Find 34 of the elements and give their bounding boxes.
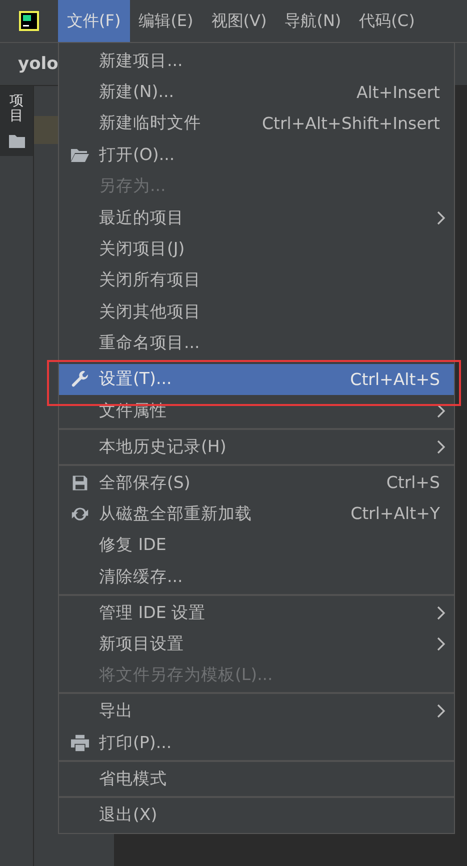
project-title: yolo	[18, 54, 58, 74]
menu-item[interactable]: 省电模式	[59, 763, 454, 795]
save-icon	[70, 474, 90, 492]
menu-item[interactable]: 关闭其他项目	[59, 296, 454, 328]
printer-icon	[70, 734, 90, 752]
menu-item[interactable]: 新建临时文件 Ctrl+Alt+Shift+Insert	[59, 108, 454, 140]
reload-icon	[70, 504, 90, 523]
menu-item[interactable]: 导出	[59, 696, 454, 728]
menu-item[interactable]: 修复 IDE	[59, 530, 454, 562]
menu-item[interactable]: 全部保存(S) Ctrl+S	[59, 466, 454, 498]
menu-item[interactable]: 退出(X)	[59, 799, 454, 831]
folder-icon	[8, 134, 24, 148]
menu-bar-item[interactable]: 代码(C)	[350, 0, 424, 42]
menu-item[interactable]: 重命名项目...	[59, 328, 454, 359]
menu-item[interactable]: 管理 IDE 设置	[59, 597, 454, 628]
menu-item[interactable]: 清除缓存...	[59, 561, 454, 592]
menu-bar-item[interactable]: 导航(N)	[276, 0, 350, 42]
app-logo[interactable]	[19, 11, 39, 31]
project-side-tab[interactable]: 项目	[0, 86, 33, 156]
menu-item[interactable]: 新建项目...	[59, 45, 454, 76]
menu-item[interactable]: 打印(P)...	[59, 727, 454, 759]
menu-bar-item[interactable]: 文件(F)	[58, 0, 130, 42]
menu-item[interactable]: 本地历史记录(H)	[59, 430, 454, 462]
menu-item[interactable]: 关闭项目(J)	[59, 233, 454, 265]
menu-item[interactable]: 最近的项目	[59, 202, 454, 234]
menu-item[interactable]: 打开(O)...	[59, 139, 454, 171]
menu-item[interactable]: 设置(T)... Ctrl+Alt+S	[59, 364, 454, 395]
menu-bar-item[interactable]: 编辑(E)	[130, 0, 202, 42]
menu-item[interactable]: 从磁盘全部重新加载 Ctrl+Alt+Y	[59, 498, 454, 530]
menu-item[interactable]: 新项目设置	[59, 628, 454, 660]
wrench-icon	[70, 370, 90, 388]
menu-item[interactable]: 关闭所有项目	[59, 264, 454, 296]
menu-item[interactable]: 新建(N)... Alt+Insert	[59, 76, 454, 108]
menu-bar-item[interactable]: 视图(V)	[202, 0, 276, 42]
